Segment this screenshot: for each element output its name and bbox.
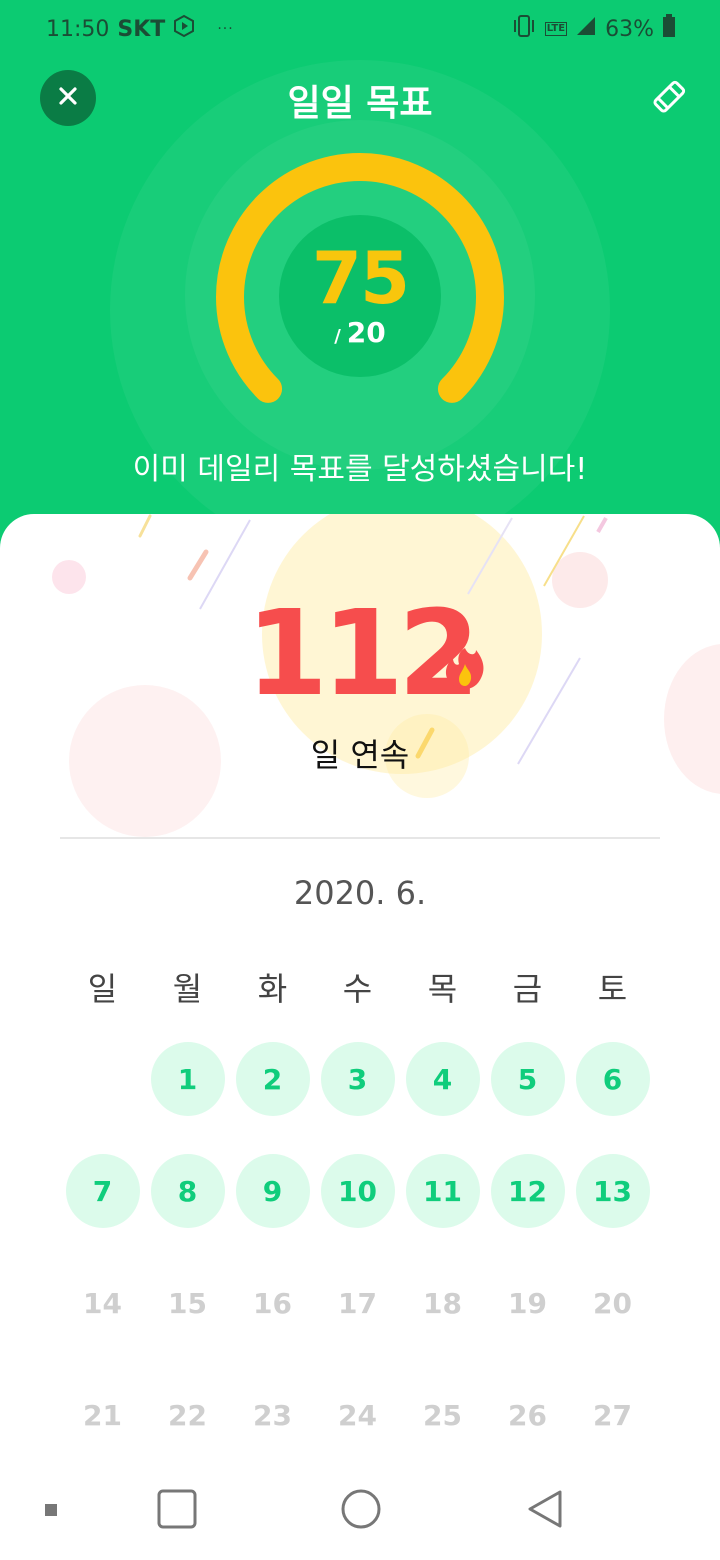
- goal-target: /20: [279, 316, 441, 349]
- calendar-cell: 12: [485, 1154, 570, 1266]
- goal-target-value: 20: [346, 316, 386, 349]
- calendar-cell: 11: [400, 1154, 485, 1266]
- calendar-day-completed[interactable]: 12: [490, 1154, 565, 1228]
- calendar-weekday-header: 일월화수목금토: [60, 964, 660, 1010]
- status-left: 11:50 SKT ···: [46, 14, 234, 44]
- calendar-cell: 18: [400, 1266, 485, 1378]
- overview-button[interactable]: [148, 1482, 206, 1540]
- pencil-icon: [648, 74, 692, 122]
- goal-header: 11:50 SKT ··· LTE 63% 일일 목표 75 / 20 이미 데…: [0, 0, 720, 560]
- calendar-day: 15: [168, 1286, 207, 1320]
- vibrate-icon: [511, 14, 537, 44]
- calendar-day: 26: [508, 1398, 547, 1432]
- status-carrier: SKT: [117, 16, 166, 42]
- calendar-cell: 20: [570, 1266, 655, 1378]
- calendar-day: 21: [83, 1398, 122, 1432]
- calendar-day: 20: [593, 1286, 632, 1320]
- lte-icon: LTE: [544, 22, 568, 36]
- calendar-day: 23: [253, 1398, 292, 1432]
- calendar-cell: 4: [400, 1042, 485, 1154]
- calendar-day-completed[interactable]: 2: [235, 1042, 310, 1116]
- system-nav-bar: [0, 1460, 720, 1560]
- calendar-day-completed[interactable]: 7: [65, 1154, 140, 1228]
- calendar-cell: 10: [315, 1154, 400, 1266]
- play-badge-icon: [173, 14, 195, 44]
- calendar-empty-cell: [60, 1042, 145, 1154]
- calendar-day-completed[interactable]: 10: [320, 1154, 395, 1228]
- streak-card: 112 일 연속 2020. 6. 일월화수목금토 1 2 3 4 5 6 7 8 9 10 11 1…: [0, 514, 720, 1560]
- goal-achieved-message: 이미 데일리 목표를 달성하셨습니다!: [132, 452, 588, 487]
- back-button[interactable]: [516, 1482, 574, 1540]
- calendar-cell: 5: [485, 1042, 570, 1154]
- home-button[interactable]: [332, 1482, 390, 1540]
- weekday-label: 금: [512, 970, 543, 1008]
- weekday-label: 일: [87, 970, 118, 1008]
- calendar-cell: 15: [145, 1266, 230, 1378]
- calendar-cell: 1: [145, 1042, 230, 1154]
- calendar-days-grid: 1 2 3 4 5 6 7 8 9 10 11 12 13 14 15 16 17 18 19 20 21 22 23 24 2…: [60, 1042, 660, 1490]
- weekday-label: 수: [342, 970, 373, 1008]
- recents-dot-button[interactable]: [38, 1498, 64, 1524]
- back-triangle-icon: [524, 1488, 566, 1534]
- calendar-cell: 9: [230, 1154, 315, 1266]
- calendar-cell: 13: [570, 1154, 655, 1266]
- flame-icon: [444, 646, 486, 690]
- page-title: 일일 목표: [287, 83, 433, 124]
- weekday-label: 월: [172, 970, 203, 1008]
- calendar-day-completed[interactable]: 9: [235, 1154, 310, 1228]
- calendar-day: 17: [338, 1286, 377, 1320]
- calendar-day: 27: [593, 1398, 632, 1432]
- calendar-cell: 8: [145, 1154, 230, 1266]
- weekday-label: 토: [597, 970, 628, 1008]
- calendar-day-completed[interactable]: 5: [490, 1042, 565, 1116]
- calendar-cell: 2: [230, 1042, 315, 1154]
- calendar-day: 24: [338, 1398, 377, 1432]
- signal-icon: [575, 15, 597, 43]
- home-circle-icon: [340, 1488, 382, 1534]
- divider: [60, 837, 660, 839]
- calendar-day: 19: [508, 1286, 547, 1320]
- calendar-cell: 16: [230, 1266, 315, 1378]
- streak-label: 일 연속: [310, 736, 410, 774]
- streak-count: 112: [245, 584, 480, 722]
- calendar-day-completed[interactable]: 13: [575, 1154, 650, 1228]
- calendar-cell: 7: [60, 1154, 145, 1266]
- battery-percent: 63%: [605, 16, 654, 42]
- goal-current-value: 75: [311, 236, 410, 320]
- calendar-day: 16: [253, 1286, 292, 1320]
- goal-slash: /: [334, 326, 341, 347]
- calendar-day-completed[interactable]: 3: [320, 1042, 395, 1116]
- calendar-day-completed[interactable]: 6: [575, 1042, 650, 1116]
- calendar-day: 22: [168, 1398, 207, 1432]
- calendar-cell: 19: [485, 1266, 570, 1378]
- calendar-day-completed[interactable]: 11: [405, 1154, 480, 1228]
- calendar-cell: 17: [315, 1266, 400, 1378]
- status-right: LTE 63%: [511, 14, 676, 44]
- calendar-day-completed[interactable]: 1: [150, 1042, 225, 1116]
- calendar-month-label: 2020. 6.: [293, 874, 427, 912]
- calendar-cell: 6: [570, 1042, 655, 1154]
- edit-goal-button[interactable]: [644, 72, 696, 124]
- weekday-label: 화: [257, 970, 288, 1008]
- battery-icon: [662, 14, 676, 44]
- calendar-cell: 3: [315, 1042, 400, 1154]
- status-bar: 11:50 SKT ··· LTE 63%: [0, 0, 720, 56]
- calendar-day-completed[interactable]: 4: [405, 1042, 480, 1116]
- calendar-day: 25: [423, 1398, 462, 1432]
- status-time: 11:50: [46, 16, 110, 42]
- calendar-day: 18: [423, 1286, 462, 1320]
- calendar-day: 14: [83, 1286, 122, 1320]
- status-overflow-dots: ···: [217, 21, 234, 37]
- calendar-day-completed[interactable]: 8: [150, 1154, 225, 1228]
- recents-dot-icon: [44, 1502, 58, 1521]
- calendar-cell: 14: [60, 1266, 145, 1378]
- overview-square-icon: [156, 1488, 198, 1534]
- weekday-label: 목: [427, 970, 458, 1008]
